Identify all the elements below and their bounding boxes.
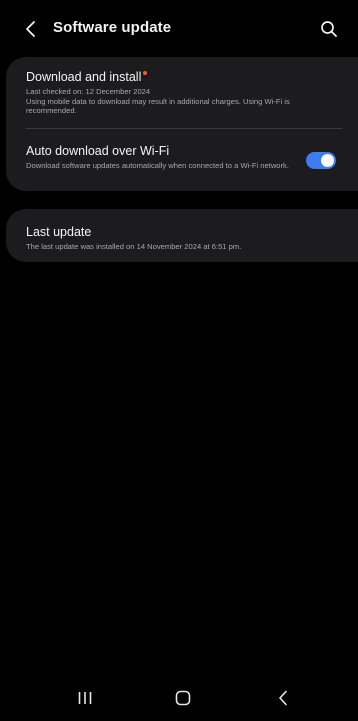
- mobile-data-note: Using mobile data to download may result…: [26, 96, 290, 116]
- home-icon: [175, 690, 191, 706]
- last-update-card: Last update The last update was installe…: [6, 209, 358, 262]
- auto-download-toggle[interactable]: [306, 152, 336, 169]
- top-app-bar: Software update: [0, 0, 358, 58]
- auto-download-title: Auto download over Wi-Fi: [26, 144, 170, 158]
- last-update-description: The last update was installed on 14 Nove…: [26, 242, 242, 251]
- download-and-install-item[interactable]: Download and install Last checked on: 12…: [26, 68, 341, 116]
- search-icon: [321, 21, 337, 37]
- last-checked-text: Last checked on: 12 December 2024: [26, 87, 151, 96]
- last-update-title: Last update: [26, 225, 92, 239]
- search-button[interactable]: [316, 16, 342, 42]
- auto-download-item[interactable]: Auto download over Wi-Fi Download softwa…: [26, 142, 301, 171]
- back-icon: [279, 690, 287, 706]
- toggle-knob: [321, 154, 334, 167]
- recents-button[interactable]: [70, 683, 100, 713]
- home-button[interactable]: [168, 683, 198, 713]
- back-button[interactable]: [18, 16, 44, 42]
- update-options-card: Download and install Last checked on: 12…: [6, 57, 358, 191]
- navigation-bar: [0, 675, 358, 721]
- divider: [26, 128, 342, 129]
- auto-download-description: Download software updates automatically …: [26, 161, 289, 170]
- new-badge-dot: [143, 71, 148, 75]
- page-title: Software update: [53, 19, 172, 36]
- download-and-install-title: Download and install: [26, 70, 142, 84]
- nav-back-button[interactable]: [268, 683, 298, 713]
- recents-icon: [78, 692, 92, 704]
- chevron-left-icon: [26, 21, 35, 37]
- last-update-item[interactable]: Last update The last update was installe…: [26, 223, 346, 252]
